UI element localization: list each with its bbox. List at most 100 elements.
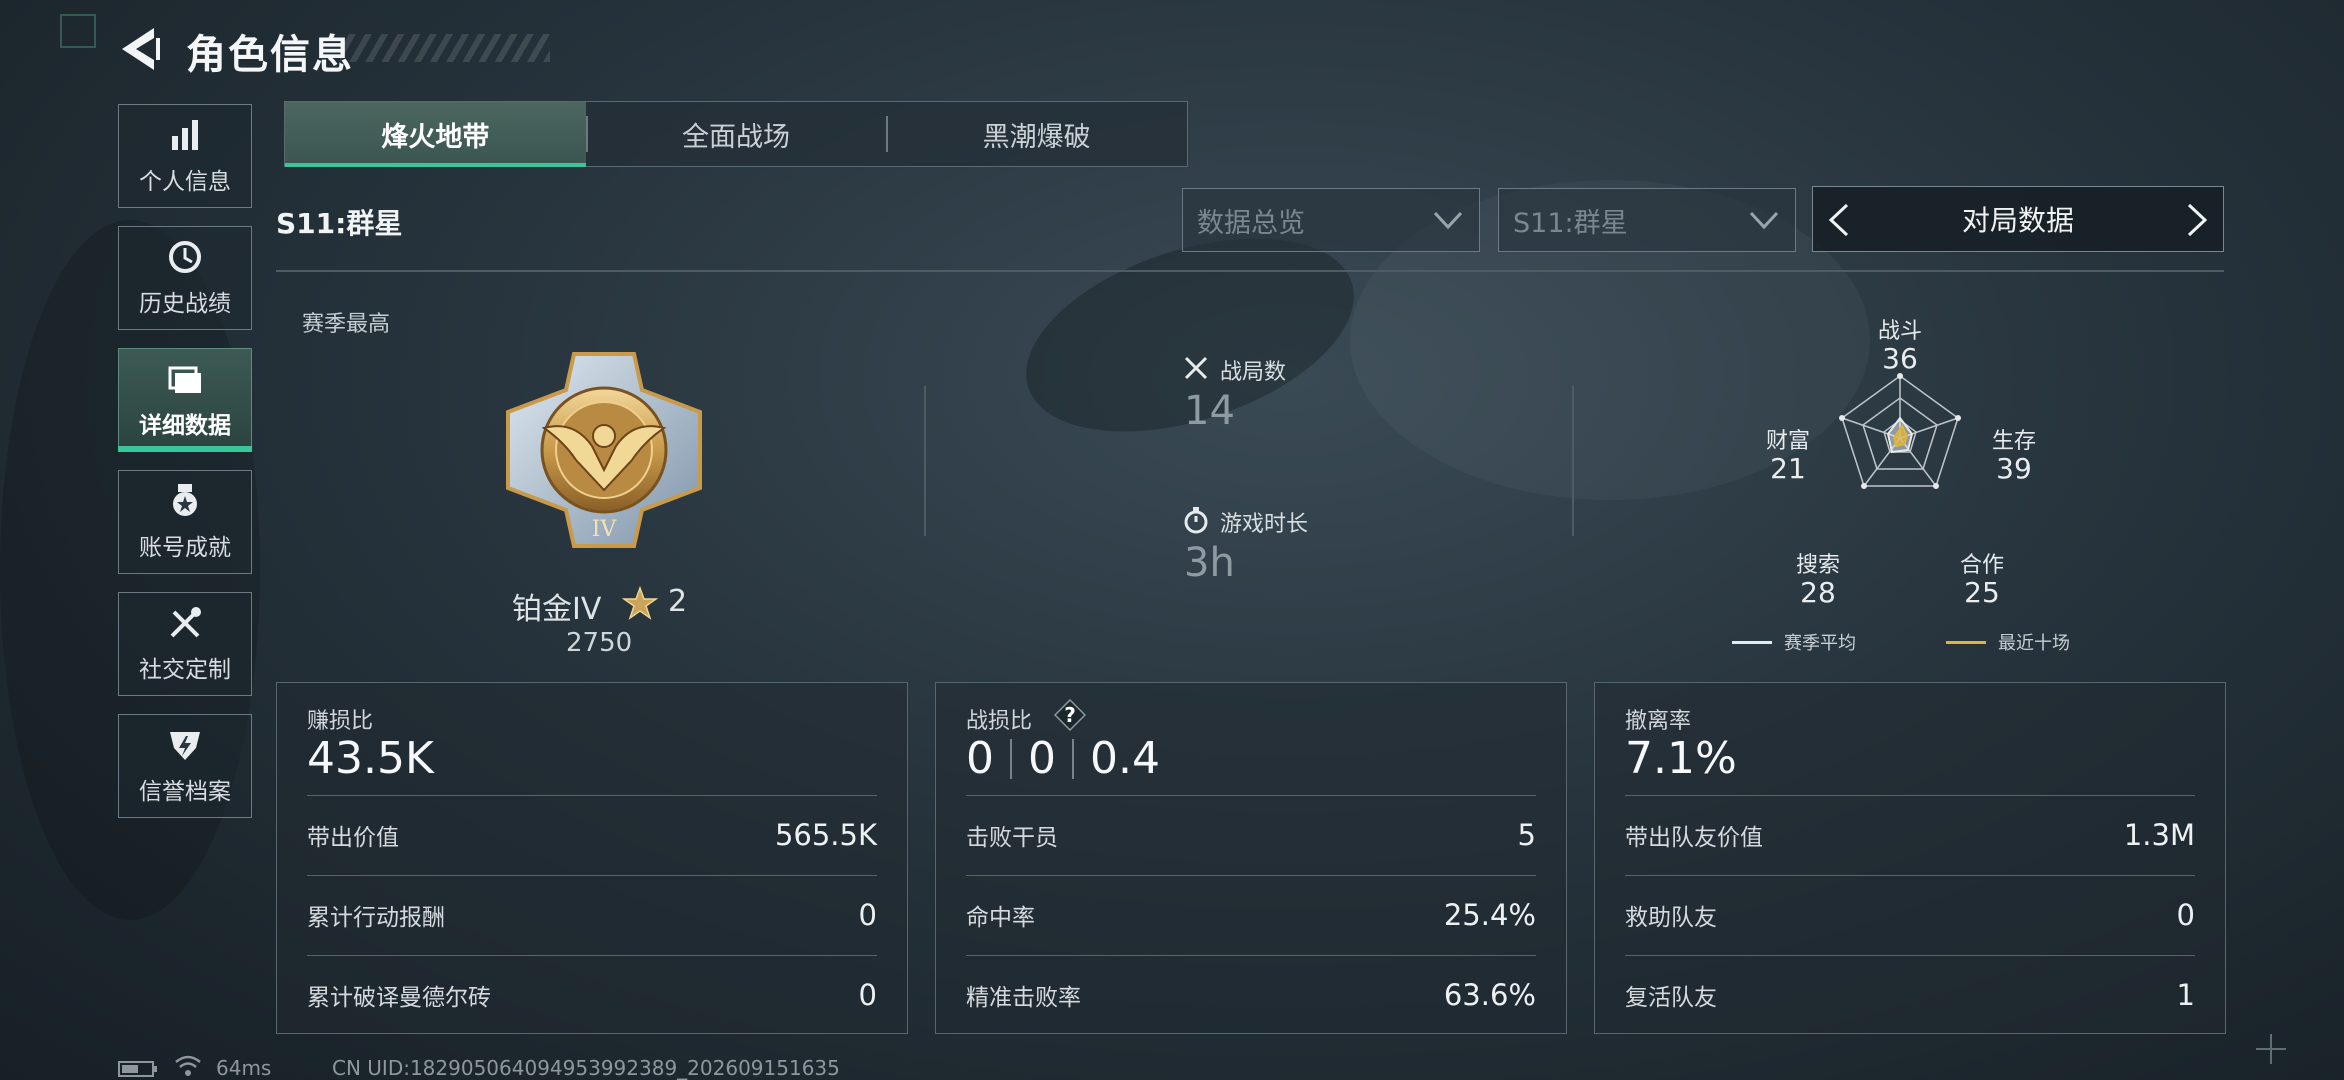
stat-label: 累计破译曼德尔砖 xyxy=(307,985,491,1011)
divider xyxy=(924,386,926,536)
legend-recent-ten: 最近十场 xyxy=(1946,629,2070,655)
corner-decoration xyxy=(60,14,96,48)
mode-tabs: 烽火地带 全面战场 黑潮爆破 xyxy=(284,101,1188,167)
chevron-right-icon[interactable] xyxy=(2185,203,2209,237)
stat-row: 复活队友 1 xyxy=(1625,955,2195,1034)
chevron-left-icon[interactable] xyxy=(1827,203,1851,237)
user-uid: CN UID:1829050640949539923​89_2026091516… xyxy=(332,1056,840,1080)
sidebar-item-label: 个人信息 xyxy=(139,169,231,195)
stat-row: 击败干员 5 xyxy=(966,795,1536,874)
profit-card: 赚损比 43.5K 带出价值 565.5K 累计行动报酬 0 累计破译曼德尔砖 … xyxy=(276,682,908,1034)
stat-row: 精准击败率 63.6% xyxy=(966,955,1536,1034)
radar-label-cooperation: 合作 25 xyxy=(1959,553,2004,609)
radar-label-survival: 生存 39 xyxy=(1991,429,2036,485)
sidebar-item-social[interactable]: 社交定制 xyxy=(118,592,252,696)
season-label: S11:群星 xyxy=(276,207,403,240)
kd-values: 0 0 0.4 xyxy=(966,733,1160,784)
legend-label: 最近十场 xyxy=(1998,633,2070,654)
card-main-value: 7.1% xyxy=(1625,733,1737,784)
svg-text:IV: IV xyxy=(592,517,618,542)
stat-value: 1.3M xyxy=(2123,818,2195,852)
radar-label-combat: 战斗 36 xyxy=(1877,319,1922,375)
star-icon xyxy=(622,586,658,620)
stat-row: 累计破译曼德尔砖 0 xyxy=(307,955,877,1034)
sidebar-item-label: 社交定制 xyxy=(139,657,231,683)
clock-icon xyxy=(169,241,201,273)
extract-card: 撤离率 7.1% 带出队友价值 1.3M 救助队友 0 复活队友 1 xyxy=(1594,682,2226,1034)
card-title: 战损比 xyxy=(966,709,1033,734)
data-pager: 对局数据 xyxy=(1812,186,2224,252)
stat-value: 0 xyxy=(858,978,877,1012)
wifi-icon xyxy=(175,1055,201,1076)
stat-value: 5 xyxy=(1517,818,1536,852)
card-title: 赚损比 xyxy=(307,709,374,734)
kd-value: 0.4 xyxy=(1090,733,1160,784)
back-arrow-icon[interactable] xyxy=(118,24,162,74)
stat-value: 1 xyxy=(2176,978,2195,1012)
stat-label: 击败干员 xyxy=(966,825,1058,851)
sidebar-item-achievements[interactable]: 账号成就 xyxy=(118,470,252,574)
rank-medal-icon: IV xyxy=(506,352,702,548)
tools-icon xyxy=(170,607,201,638)
season-select-value: S11:群星 xyxy=(1513,207,1628,239)
kd-value: 0 xyxy=(1028,733,1056,784)
rank-name: 铂金IV xyxy=(512,592,602,627)
divider xyxy=(1572,386,1574,536)
view-select[interactable]: 数据总览 xyxy=(1182,188,1480,252)
stat-row: 带出价值 565.5K xyxy=(307,795,877,874)
rank-star-count: 2 xyxy=(668,584,688,619)
badge-icon xyxy=(170,732,200,760)
stat-label: 救助队友 xyxy=(1625,905,1717,931)
chevron-down-icon xyxy=(1433,211,1463,230)
sidebar-item-label: 信誉档案 xyxy=(139,779,231,805)
stopwatch-icon xyxy=(1184,507,1208,534)
sidebar-item-personal-info[interactable]: 个人信息 xyxy=(118,104,252,208)
medal-icon xyxy=(173,484,197,516)
sidebar-item-history[interactable]: 历史战绩 xyxy=(118,226,252,330)
stat-row: 累计行动报酬 0 xyxy=(307,875,877,954)
divider xyxy=(1010,738,1012,779)
radar-label-search: 搜索 28 xyxy=(1795,553,1840,609)
sidebar-item-label: 账号成就 xyxy=(139,535,231,561)
view-select-value: 数据总览 xyxy=(1197,207,1305,239)
chevron-down-icon xyxy=(1749,211,1779,230)
stat-value: 0 xyxy=(858,898,877,932)
sidebar-item-label: 详细数据 xyxy=(139,413,231,439)
ping-indicator: 64ms xyxy=(216,1056,272,1080)
tab-mode-3[interactable]: 黑潮爆破 xyxy=(886,102,1187,166)
stat-row: 带出队友价值 1.3M xyxy=(1625,795,2195,874)
page-title: 角色信息 xyxy=(186,32,354,78)
kd-value: 0 xyxy=(966,733,994,784)
matches-value: 14 xyxy=(1184,388,1235,434)
stat-label: 复活队友 xyxy=(1625,985,1717,1011)
playtime-value: 3h xyxy=(1184,540,1235,586)
sidebar-item-detailed-data[interactable]: 详细数据 xyxy=(118,348,252,452)
bar-chart-icon xyxy=(172,120,198,150)
tab-mode-1[interactable]: 烽火地带 xyxy=(285,102,586,167)
legend-season-average: 赛季平均 xyxy=(1732,629,1856,655)
stat-value: 0 xyxy=(2176,898,2195,932)
sidebar-item-reputation[interactable]: 信誉档案 xyxy=(118,714,252,818)
stat-label: 带出价值 xyxy=(307,825,399,851)
card-main-value: 43.5K xyxy=(307,733,434,784)
legend-swatch xyxy=(1946,640,1986,644)
season-select[interactable]: S11:群星 xyxy=(1498,188,1796,252)
sidebar: 个人信息 历史战绩 详细数据 账号成就 社交定制 信誉档案 xyxy=(118,104,254,836)
crosshair-decoration xyxy=(2256,1034,2286,1064)
divider xyxy=(276,270,2224,272)
stat-value: 565.5K xyxy=(774,818,877,852)
pager-label: 对局数据 xyxy=(1961,204,2074,237)
playtime-label: 游戏时长 xyxy=(1220,512,1309,537)
title-decoration xyxy=(340,34,550,62)
stat-row: 救助队友 0 xyxy=(1625,875,2195,954)
rank-score: 2750 xyxy=(566,628,633,658)
stat-value: 63.6% xyxy=(1443,978,1536,1012)
help-icon[interactable]: ? xyxy=(1054,699,1086,731)
stat-label: 精准击败率 xyxy=(966,985,1081,1011)
tab-mode-2[interactable]: 全面战场 xyxy=(585,102,887,166)
battery-icon xyxy=(118,1061,157,1077)
folder-icon xyxy=(168,366,201,393)
season-best-label: 赛季最高 xyxy=(302,312,391,337)
combat-card: 战损比 ? 0 0 0.4 击败干员 5 命中率 25.4% 精准击败率 63.… xyxy=(935,682,1567,1034)
legend-swatch xyxy=(1732,640,1772,644)
